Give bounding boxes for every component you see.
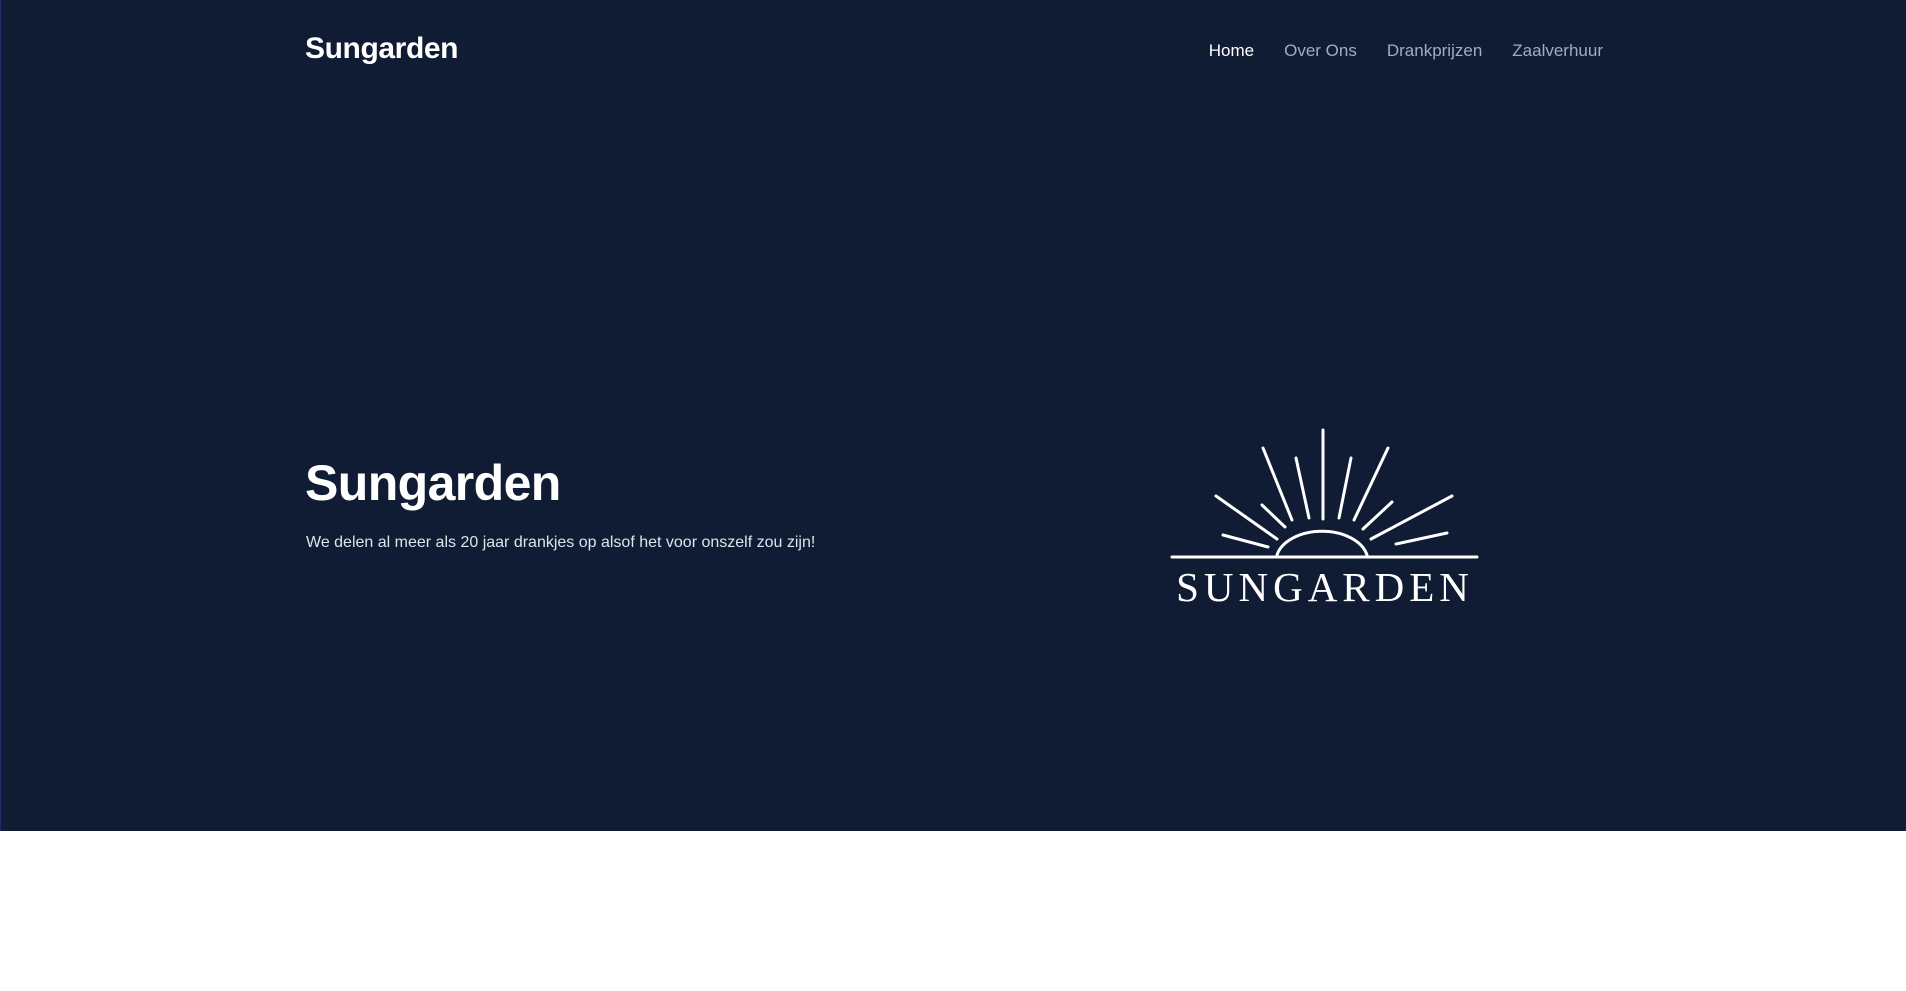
hero-title: Sungarden — [305, 455, 561, 511]
brand-logo-link[interactable]: Sungarden — [305, 32, 458, 66]
hero-section: Sungarden Home Over Ons Drankprijzen Zaa… — [0, 0, 1906, 831]
sungarden-logo: SUNGARDEN — [1170, 428, 1479, 605]
navbar: Sungarden Home Over Ons Drankprijzen Zaa… — [1, 0, 1906, 102]
sun-rays-icon — [1170, 428, 1479, 559]
nav-links: Home Over Ons Drankprijzen Zaalverhuur — [1209, 41, 1603, 61]
hero-subtitle: We delen al meer als 20 jaar drankjes op… — [306, 534, 816, 551]
nav-link-over-ons[interactable]: Over Ons — [1284, 41, 1357, 61]
logo-wordmark: SUNGARDEN — [1176, 564, 1474, 605]
nav-link-home[interactable]: Home — [1209, 41, 1254, 61]
nav-link-drankprijzen[interactable]: Drankprijzen — [1387, 41, 1482, 61]
nav-link-zaalverhuur[interactable]: Zaalverhuur — [1512, 41, 1603, 61]
